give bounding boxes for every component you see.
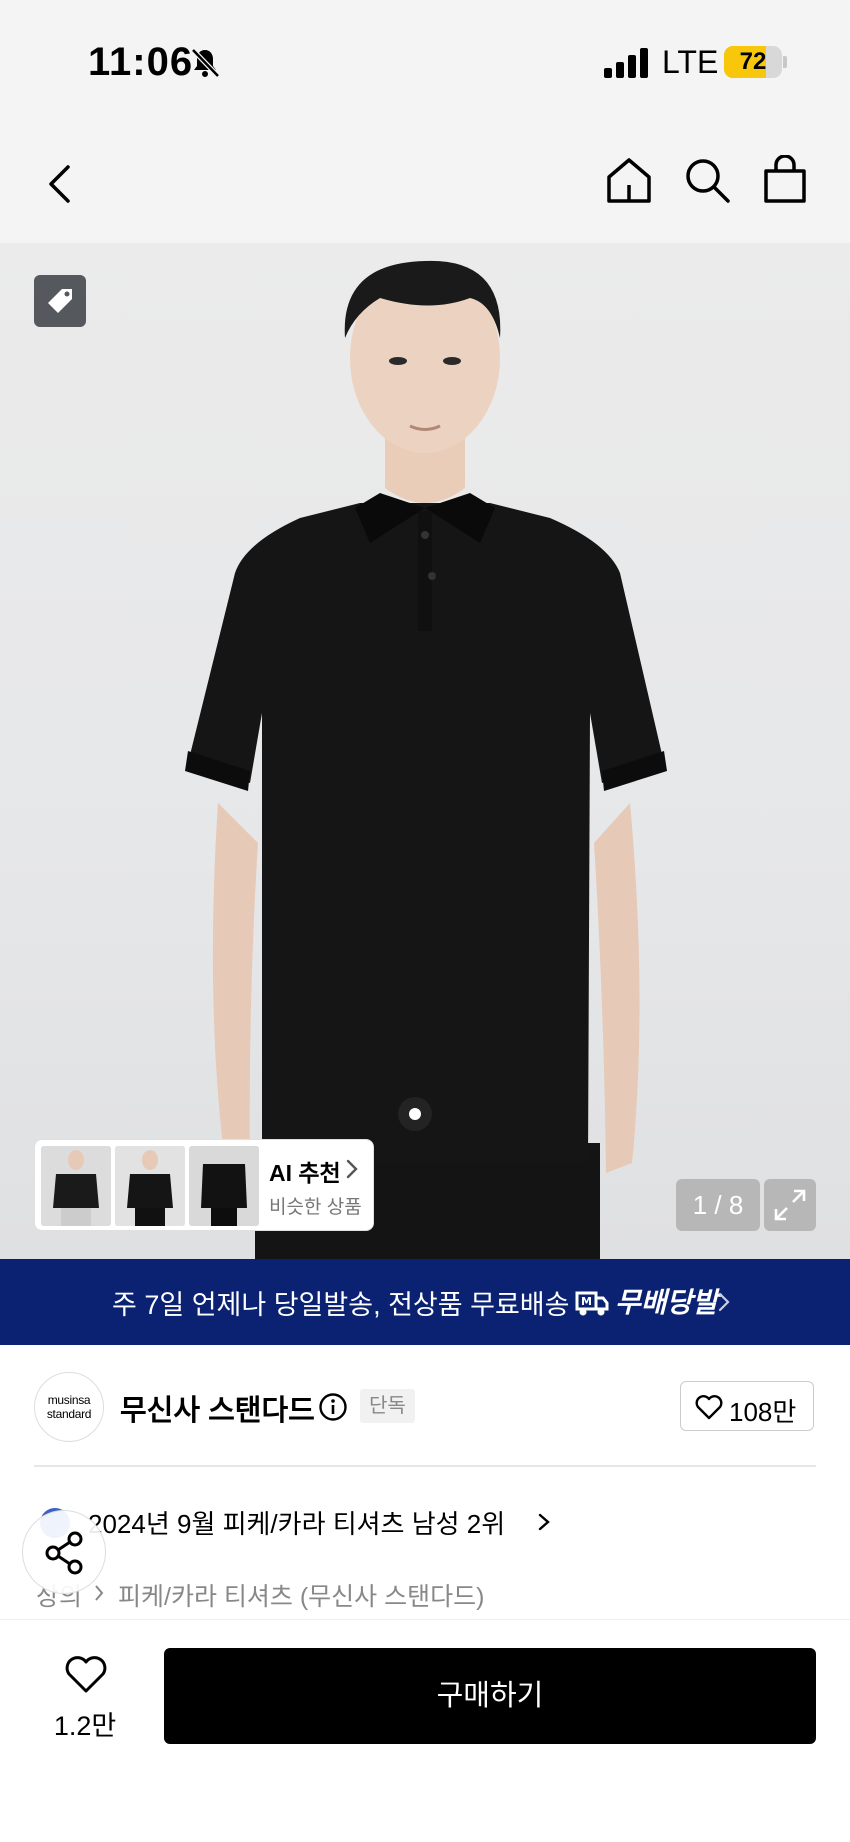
battery-level: 72 (739, 48, 767, 75)
image-counter: 1 / 8 (676, 1179, 760, 1231)
divider (34, 1465, 816, 1467)
free-delivery-truck-icon: M (575, 1291, 609, 1316)
brand-row: musinsa standard 무신사 스탠다드 단독 108만 (0, 1345, 850, 1467)
top-nav-bar (0, 125, 850, 243)
breadcrumb-subcategory[interactable]: 피케/카라 티셔츠 (무신사 스탠다드) (118, 1577, 484, 1613)
similar-product-thumb[interactable] (41, 1146, 111, 1226)
share-button[interactable] (22, 1510, 106, 1594)
search-icon[interactable] (682, 155, 732, 205)
heart-icon (695, 1395, 723, 1420)
battery-cap (783, 56, 787, 68)
info-icon[interactable] (318, 1392, 348, 1422)
share-icon (45, 1531, 83, 1575)
bottom-action-bar: 1.2만 구매하기 (0, 1619, 850, 1842)
ai-recommend-card[interactable]: AI 추천 비슷한 상품 (34, 1139, 374, 1231)
back-icon[interactable] (36, 159, 86, 209)
buy-button[interactable]: 구매하기 (164, 1648, 816, 1744)
svg-text:M: M (581, 1295, 592, 1308)
brand-name[interactable]: 무신사 스탠다드 (120, 1387, 315, 1429)
promo-brand: 무배당발 (615, 1287, 719, 1318)
signal-icon (604, 48, 648, 78)
bell-muted-icon (191, 48, 220, 78)
battery-icon: 72 (724, 46, 782, 78)
heart-icon[interactable] (64, 1654, 108, 1694)
chevron-right-icon (718, 1292, 730, 1312)
exclusive-badge: 단독 (360, 1389, 415, 1423)
network-type: LTE (662, 44, 719, 80)
brand-logo-line2: standard (46, 1407, 92, 1421)
status-bar: 11:06 LTE 72 (0, 0, 850, 125)
ranking-text: 2024년 9월 피케/카라 티셔츠 남성 2위 (88, 1509, 506, 1539)
chevron-right-icon (346, 1159, 358, 1179)
similar-product-thumb[interactable] (189, 1146, 259, 1226)
wishlist-count: 1.2만 (53, 1711, 117, 1741)
ai-recommend-subtitle: 비슷한 상품 (269, 1197, 362, 1218)
product-image-gallery[interactable]: AI 추천 비슷한 상품 1 / 8 (0, 243, 850, 1259)
chevron-right-icon (538, 1513, 550, 1531)
promo-text: 주 7일 언제나 당일발송, 전상품 무료배송 (112, 1290, 570, 1320)
expand-icon (774, 1189, 806, 1221)
brand-logo[interactable]: musinsa standard (34, 1372, 104, 1442)
status-time: 11:06 (88, 40, 194, 84)
coupon-tag-button[interactable] (34, 275, 86, 327)
similar-product-thumb[interactable] (115, 1146, 185, 1226)
expand-button[interactable] (764, 1179, 816, 1231)
video-play-indicator[interactable] (398, 1097, 432, 1131)
shopping-bag-icon[interactable] (760, 155, 810, 205)
brand-like-button[interactable]: 108만 (680, 1381, 814, 1431)
delivery-promo-banner[interactable]: 주 7일 언제나 당일발송, 전상품 무료배송 M 무배당발 (0, 1259, 850, 1345)
breadcrumb: 상의 피케/카라 티셔츠 (무신사 스탠다드) (0, 1565, 850, 1615)
brand-logo-line1: musinsa (47, 1393, 91, 1407)
ranking-row[interactable]: 2024년 9월 피케/카라 티셔츠 남성 2위 (0, 1490, 850, 1550)
tag-icon (48, 289, 72, 313)
ai-recommend-title: AI 추천 (269, 1160, 341, 1186)
brand-like-count: 108만 (729, 1397, 797, 1427)
home-icon[interactable] (604, 155, 654, 205)
